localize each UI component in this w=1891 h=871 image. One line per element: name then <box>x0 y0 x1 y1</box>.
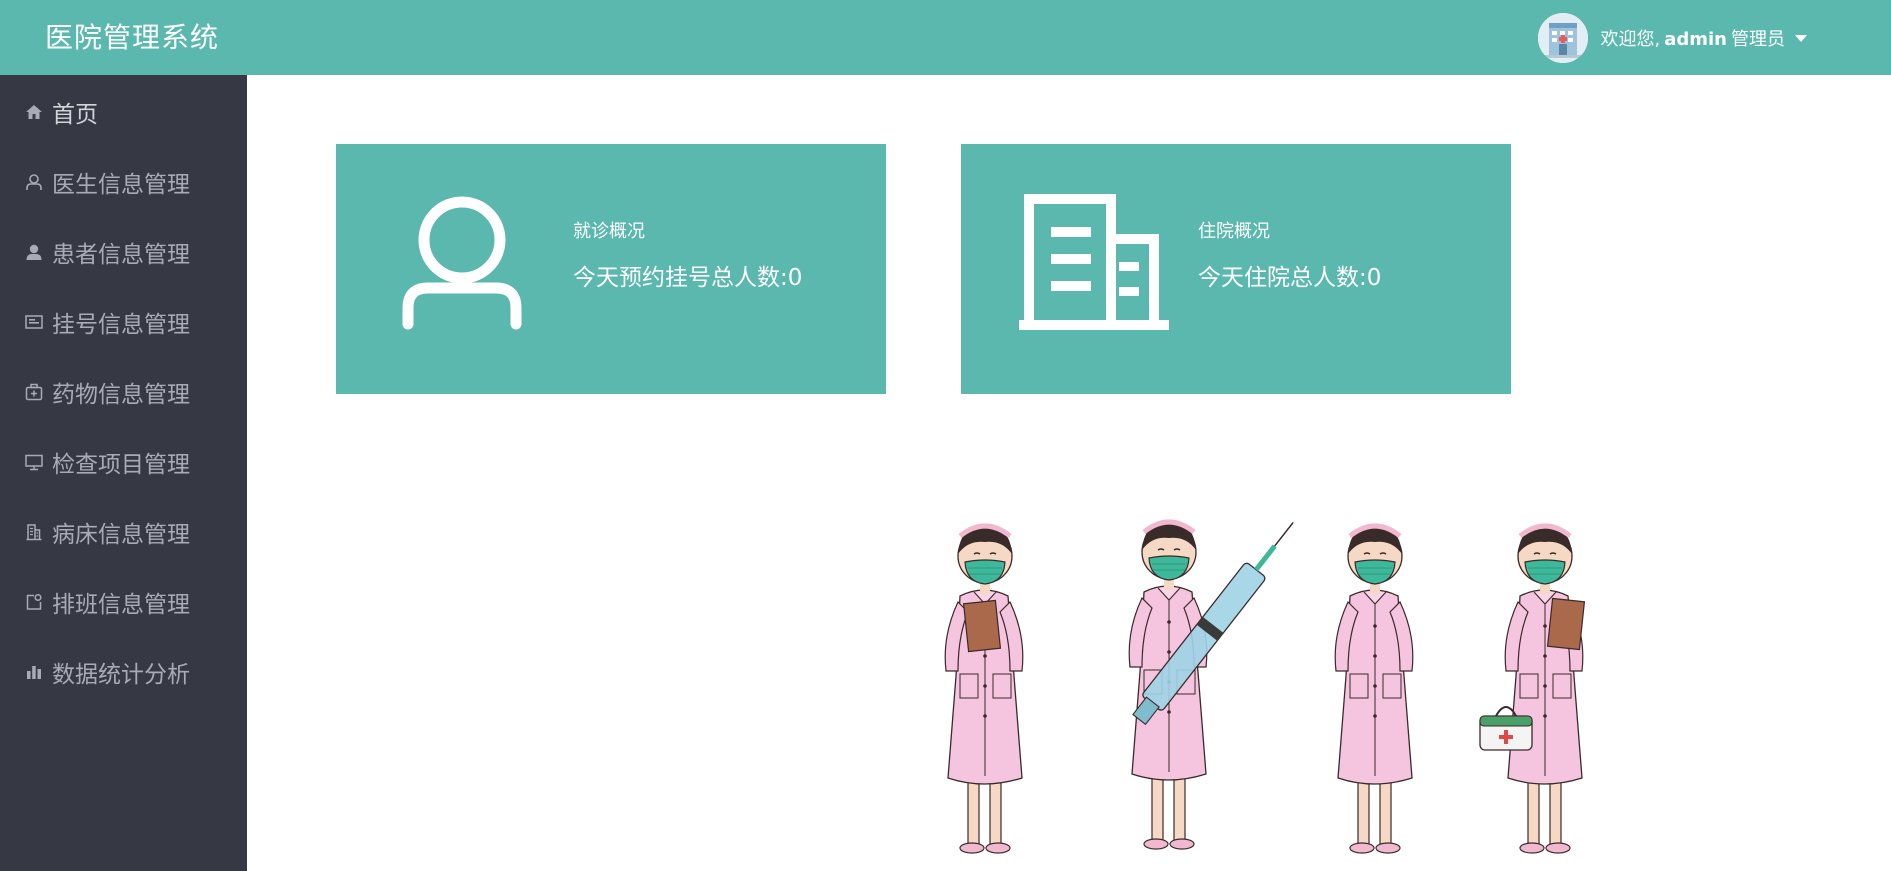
app-title: 医院管理系统 <box>45 21 220 54</box>
sidebar-item-label: 患者信息管理 <box>52 242 190 268</box>
id-card-icon <box>24 312 44 332</box>
visit-overview-card: 就诊概况 今天预约挂号总人数:0 <box>336 144 886 394</box>
sidebar-item-label: 病床信息管理 <box>52 522 190 548</box>
bar-chart-icon <box>24 662 44 682</box>
welcome-text: 欢迎您, admin 管理员 <box>1600 25 1785 51</box>
nurses-illustration <box>930 490 1650 860</box>
sidebar-item-doctors[interactable]: 医生信息管理 <box>0 154 247 210</box>
sidebar-item-statistics[interactable]: 数据统计分析 <box>0 644 247 700</box>
sidebar-item-label: 医生信息管理 <box>52 172 190 198</box>
user-menu[interactable]: 欢迎您, admin 管理员 <box>1538 13 1807 63</box>
sidebar-item-label: 挂号信息管理 <box>52 312 190 338</box>
top-header: 医院管理系统 欢迎您, admin 管理员 <box>0 0 1891 75</box>
inpatient-overview-card: 住院概况 今天住院总人数:0 <box>961 144 1511 394</box>
sidebar-item-medicine[interactable]: 药物信息管理 <box>0 364 247 420</box>
sidebar-item-exams[interactable]: 检查项目管理 <box>0 434 247 490</box>
user-solid-icon <box>24 242 44 262</box>
caret-down-icon[interactable] <box>1795 34 1807 42</box>
card-stat-value: 0 <box>787 265 803 291</box>
building-icon <box>24 522 44 542</box>
sidebar-item-beds[interactable]: 病床信息管理 <box>0 504 247 560</box>
welcome-prefix: 欢迎您, <box>1600 29 1661 50</box>
medicine-box-icon <box>24 382 44 402</box>
user-outline-icon <box>400 192 530 336</box>
card-title: 就诊概况 <box>573 221 645 242</box>
sidebar-item-home[interactable]: 首页 <box>0 84 247 140</box>
sidebar-item-label: 药物信息管理 <box>52 382 190 408</box>
sidebar: 首页 医生信息管理 患者信息管理 挂号信息管理 药物信息管理 检查项目管理 病床… <box>0 75 247 871</box>
card-stat-value: 0 <box>1366 265 1382 291</box>
building-icon <box>1019 192 1169 336</box>
user-outline-icon <box>24 172 44 192</box>
sidebar-item-registration[interactable]: 挂号信息管理 <box>0 294 247 350</box>
sidebar-item-label: 首页 <box>52 102 98 128</box>
card-stat: 今天住院总人数:0 <box>1198 263 1381 293</box>
avatar[interactable] <box>1538 13 1589 63</box>
sidebar-item-label: 排班信息管理 <box>52 592 190 618</box>
card-stat-label: 今天住院总人数: <box>1198 265 1367 291</box>
monitor-icon <box>24 452 44 472</box>
username: admin <box>1664 29 1727 50</box>
sidebar-item-schedule[interactable]: 排班信息管理 <box>0 574 247 630</box>
home-icon <box>24 102 44 122</box>
user-role: 管理员 <box>1731 29 1785 50</box>
card-stat: 今天预约挂号总人数:0 <box>573 263 802 293</box>
sidebar-item-label: 数据统计分析 <box>52 662 190 688</box>
schedule-icon <box>24 592 44 612</box>
sidebar-item-label: 检查项目管理 <box>52 452 190 478</box>
card-title: 住院概况 <box>1198 221 1270 242</box>
card-stat-label: 今天预约挂号总人数: <box>573 265 788 291</box>
sidebar-item-patients[interactable]: 患者信息管理 <box>0 224 247 280</box>
